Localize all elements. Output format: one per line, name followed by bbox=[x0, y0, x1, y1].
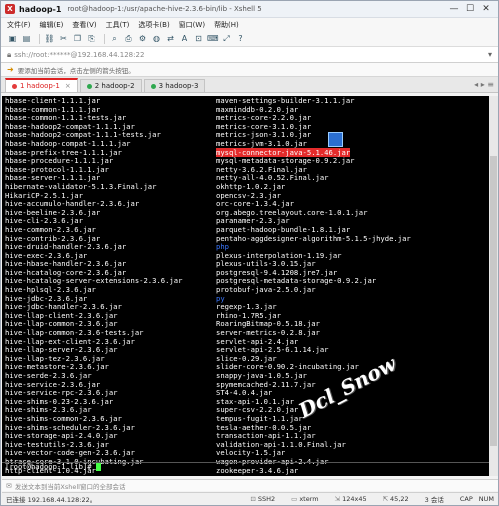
maximize-button[interactable]: ☐ bbox=[462, 3, 478, 15]
tab-close-icon[interactable]: × bbox=[65, 82, 71, 90]
terminal-scrollbar[interactable] bbox=[489, 96, 498, 476]
tab-status-dot-icon bbox=[150, 83, 156, 89]
status-cursor: 45,22 bbox=[390, 495, 409, 503]
address-dropdown-icon[interactable]: ▾ bbox=[488, 50, 492, 59]
hint-bar: ➜ 要添加当前会话，点击左侧的箭头按钮。 bbox=[1, 63, 498, 77]
menu-tabs[interactable]: 选项卡(B) bbox=[138, 20, 169, 30]
tab-label: 2 hadoop-2 bbox=[94, 82, 135, 90]
toolbar: ▣ ▤ ⛓ ✂ ❐ ⎘ ⌕ ⎙ ⚙ ◍ ⇄ A ⊡ ⌨ ⤢ ? bbox=[1, 31, 498, 47]
send-icon: ✉ bbox=[6, 481, 12, 490]
lock-icon[interactable]: ⊡ bbox=[193, 33, 204, 44]
disconnect-icon[interactable]: ✂ bbox=[58, 33, 69, 44]
terminal-line: pentaho-aggdesigner-algorithm-5.1.5-jhyd… bbox=[216, 233, 411, 244]
status-terminal-group: ▭ xterm bbox=[291, 495, 318, 503]
print-icon[interactable]: ⎙ bbox=[123, 33, 134, 44]
tab-hadoop-3[interactable]: 3 hadoop-3 bbox=[143, 79, 206, 92]
command-prompt-line[interactable]: [root@hadoop-1 lib]# bbox=[2, 462, 489, 472]
close-button[interactable]: ✕ bbox=[478, 3, 494, 15]
font-icon[interactable]: A bbox=[179, 33, 190, 44]
copy-icon[interactable]: ❐ bbox=[72, 33, 83, 44]
title-bar[interactable]: X hadoop-1 root@hadoop-1:/usr/apache-hiv… bbox=[1, 1, 498, 18]
send-bar[interactable]: ✉ 发送文本到当前Xshell窗口的全部会话 bbox=[2, 479, 498, 491]
new-session-icon[interactable]: ▣ bbox=[7, 33, 18, 44]
floating-panel-icon[interactable] bbox=[328, 132, 343, 147]
file-entry: protobuf-java-2.5.0.jar bbox=[216, 285, 316, 295]
scrollbar-thumb[interactable] bbox=[490, 156, 497, 446]
terminal-output[interactable]: hbase-client-1.1.1.jar hbase-common-1.1.1… bbox=[2, 96, 489, 476]
paste-icon[interactable]: ⎘ bbox=[86, 33, 97, 44]
menu-file[interactable]: 文件(F) bbox=[7, 20, 31, 30]
tab-hadoop-1[interactable]: 1 hadoop-1 × bbox=[5, 78, 78, 92]
command-prompt: [root@hadoop-1 lib]# bbox=[5, 462, 96, 471]
status-protocol: SSH2 bbox=[257, 495, 276, 503]
xshell-window: X hadoop-1 root@hadoop-1:/usr/apache-hiv… bbox=[0, 0, 499, 506]
status-protocol-group: ⊡ SSH2 bbox=[250, 495, 275, 503]
help-icon[interactable]: ? bbox=[235, 33, 246, 44]
hint-arrow-icon[interactable]: ➜ bbox=[7, 65, 14, 74]
window-subtitle: root@hadoop-1:/usr/apache-hive-2.3.6-bin… bbox=[67, 5, 262, 13]
status-connection: 已连接 192.168.44.128:22。 bbox=[6, 496, 97, 504]
session-tab-bar: 1 hadoop-1 × 2 hadoop-2 3 hadoop-3 ◂ ▸ ≡ bbox=[1, 77, 498, 93]
terminal-cursor bbox=[95, 463, 101, 471]
hint-text: 要添加当前会话，点击左侧的箭头按钮。 bbox=[17, 66, 135, 75]
file-entry: metrics-jvm-3.1.0.jar bbox=[216, 138, 307, 148]
menu-help[interactable]: 帮助(H) bbox=[214, 20, 239, 30]
status-size-group: ⇲ 124x45 bbox=[335, 495, 367, 503]
status-caps: CAP bbox=[459, 495, 473, 503]
minimize-button[interactable]: — bbox=[446, 3, 462, 15]
tab-hadoop-2[interactable]: 2 hadoop-2 bbox=[79, 79, 142, 92]
terminal-line: protobuf-java-2.5.0.jar bbox=[216, 285, 411, 295]
status-size: 124x45 bbox=[342, 495, 367, 503]
terminal-icon: ▭ bbox=[291, 495, 298, 503]
toolbar-divider bbox=[104, 33, 105, 44]
file-list-left-column: hbase-client-1.1.1.jar hbase-common-1.1.1… bbox=[5, 96, 182, 475]
tab-label: 3 hadoop-3 bbox=[158, 82, 199, 90]
menu-window[interactable]: 窗口(W) bbox=[179, 20, 205, 30]
settings-icon[interactable]: ⚙ bbox=[137, 33, 148, 44]
menu-tools[interactable]: 工具(T) bbox=[106, 20, 130, 30]
status-num: NUM bbox=[478, 495, 494, 503]
lock-icon: ⊡ bbox=[250, 495, 256, 503]
keyboard-icon[interactable]: ⌨ bbox=[207, 33, 219, 44]
menu-bar: 文件(F) 编辑(E) 查看(V) 工具(T) 选项卡(B) 窗口(W) 帮助(… bbox=[1, 18, 498, 31]
address-bar: 🔒︎ ▾ bbox=[1, 47, 498, 63]
address-lock-icon: 🔒︎ bbox=[7, 49, 12, 59]
file-entry: pentaho-aggdesigner-algorithm-5.1.5-jhyd… bbox=[216, 233, 411, 243]
status-terminal-type: xterm bbox=[299, 495, 319, 503]
cursor-position-icon: ⇱ bbox=[382, 495, 389, 503]
toolbar-divider bbox=[39, 33, 40, 44]
status-bar: 已连接 192.168.44.128:22。 ⊡ SSH2 ▭ xterm ⇲ 124… bbox=[2, 492, 498, 505]
window-title: hadoop-1 bbox=[19, 4, 62, 14]
status-cursor-group: ⇱ 45,22 bbox=[383, 495, 409, 503]
tab-nav-arrows-icon[interactable]: ◂ ▸ ≡ bbox=[474, 80, 494, 89]
transfer-icon[interactable]: ⇄ bbox=[165, 33, 176, 44]
menu-edit[interactable]: 编辑(E) bbox=[40, 20, 64, 30]
globe-icon[interactable]: ◍ bbox=[151, 33, 162, 44]
status-sessions: 3 会话 bbox=[424, 496, 444, 504]
address-input[interactable] bbox=[14, 50, 488, 59]
tab-status-dot-icon bbox=[12, 83, 17, 89]
tab-status-dot-icon bbox=[86, 83, 92, 89]
link-icon[interactable]: ⛓ bbox=[44, 33, 55, 44]
menu-view[interactable]: 查看(V) bbox=[72, 20, 96, 30]
xshell-app-icon: X bbox=[5, 4, 15, 14]
open-folder-icon[interactable]: ▤ bbox=[21, 33, 32, 44]
tab-label: 1 hadoop-1 bbox=[20, 82, 60, 90]
send-bar-text: 发送文本到当前Xshell窗口的全部会话 bbox=[14, 482, 126, 491]
find-icon[interactable]: ⌕ bbox=[109, 33, 120, 44]
resize-icon: ⇲ bbox=[334, 495, 341, 503]
fullscreen-icon[interactable]: ⤢ bbox=[221, 33, 232, 44]
